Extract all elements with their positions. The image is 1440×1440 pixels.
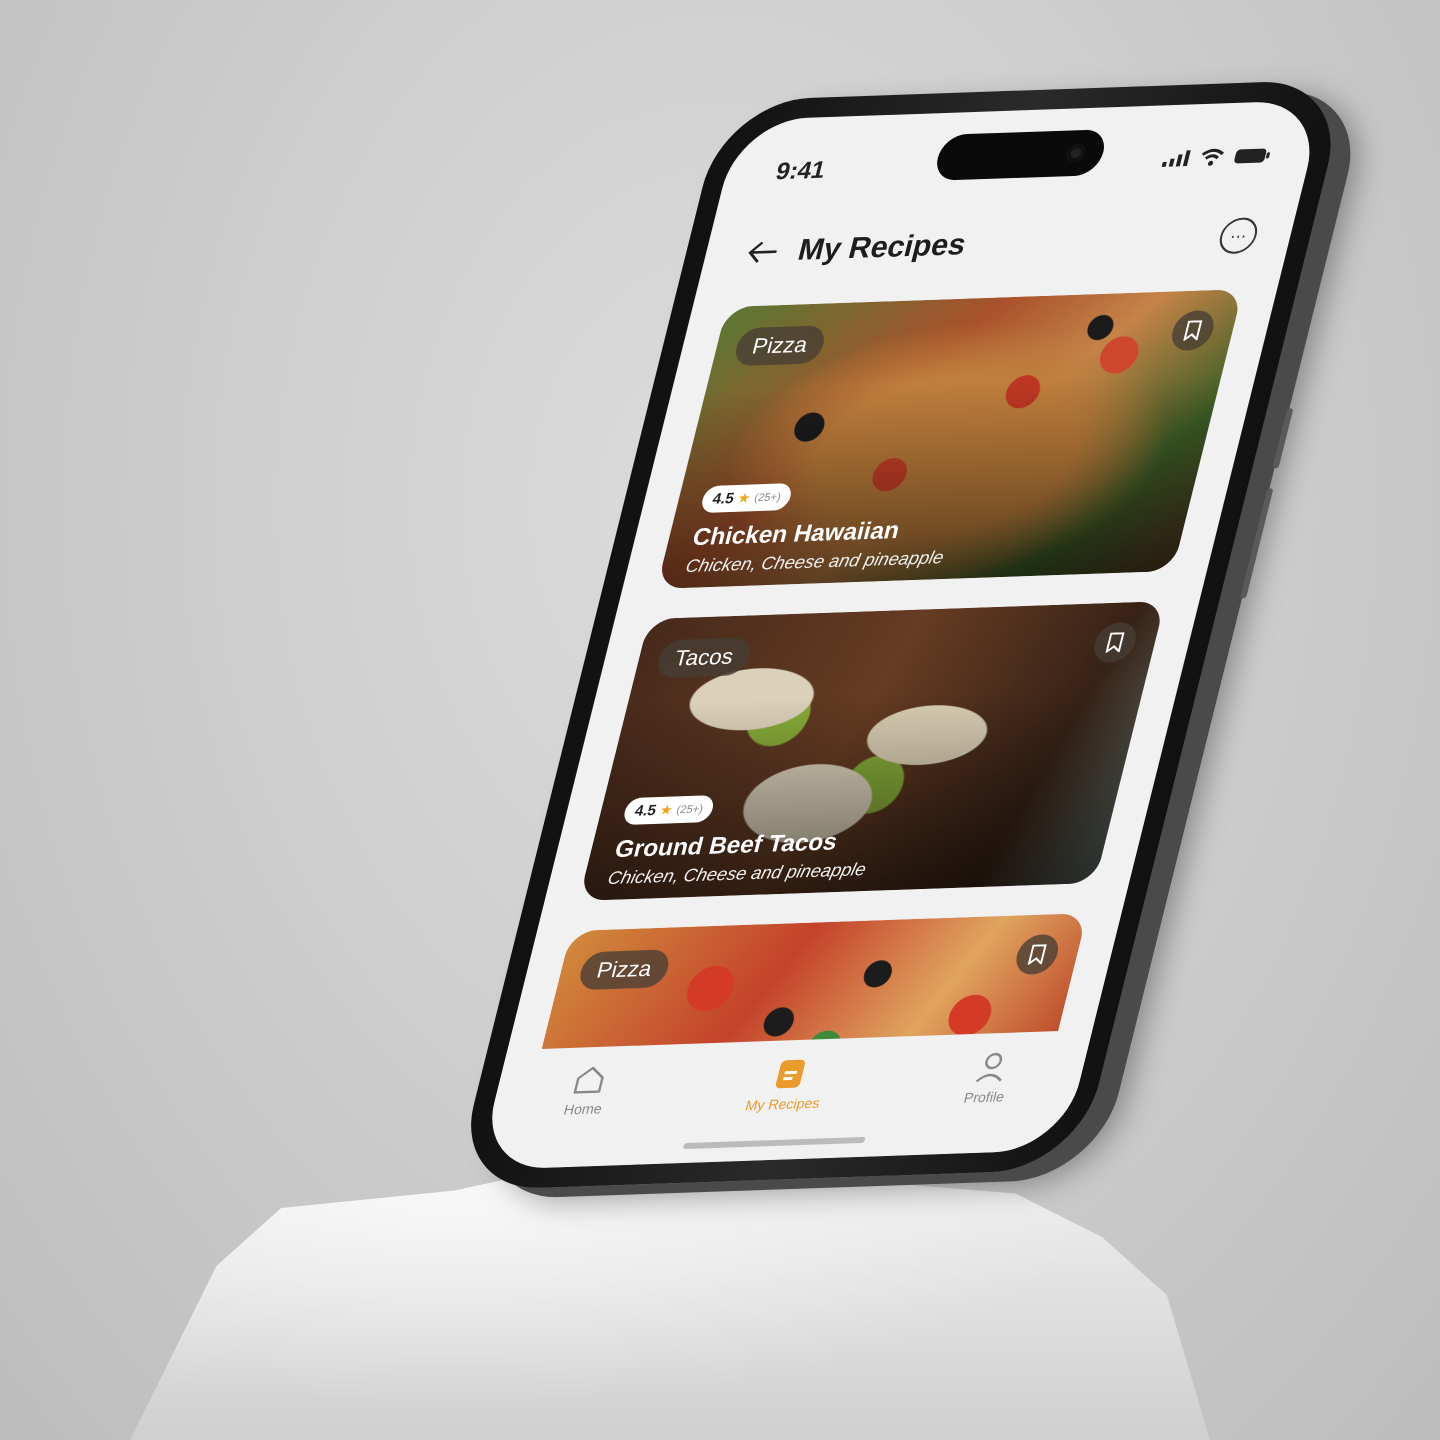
signal-icon xyxy=(1161,150,1191,167)
rating-badge: 4.5 ★ (25+) xyxy=(621,795,717,826)
battery-icon xyxy=(1234,148,1271,164)
status-bar: 9:41 xyxy=(771,135,1275,192)
rating-badge: 4.5 ★ (25+) xyxy=(699,483,795,514)
rating-value: 4.5 xyxy=(710,490,736,508)
status-icons xyxy=(1161,146,1272,168)
bookmark-icon xyxy=(1027,944,1047,965)
wifi-icon xyxy=(1201,148,1225,166)
tab-my-recipes[interactable]: My Recipes xyxy=(743,1057,831,1114)
home-icon xyxy=(573,1066,605,1094)
tab-label: Home xyxy=(562,1100,604,1118)
side-button xyxy=(1272,408,1294,469)
back-button[interactable] xyxy=(735,229,790,275)
status-time: 9:41 xyxy=(772,156,829,186)
rating-count: (25+) xyxy=(753,490,783,504)
star-icon: ★ xyxy=(735,489,753,506)
rating-count: (25+) xyxy=(675,802,705,816)
star-icon: ★ xyxy=(658,801,675,818)
rock-highlight xyxy=(130,1155,1210,1440)
more-horizontal-icon: ⋯ xyxy=(1228,225,1249,246)
arrow-left-icon xyxy=(748,241,777,263)
bookmark-icon xyxy=(1182,320,1203,341)
bookmark-icon xyxy=(1105,632,1125,653)
recipe-card[interactable]: Pizza 4.5 ★ (25+) Chicken Hawaiian Chick… xyxy=(656,289,1244,589)
side-button xyxy=(1239,488,1274,599)
tab-label: Profile xyxy=(962,1088,1007,1106)
recipe-card[interactable]: Tacos 4.5 ★ (25+) Ground Beef Tacos Chic… xyxy=(578,601,1166,901)
page-header: My Recipes ⋯ xyxy=(734,209,1263,279)
page-title: My Recipes xyxy=(794,228,970,267)
rating-value: 4.5 xyxy=(632,802,659,820)
bottom-tab-bar: Home My Recipes Profile xyxy=(477,1029,1093,1171)
tab-label: My Recipes xyxy=(743,1094,822,1114)
phone-mockup: 9:41 My Recipes ⋯ Pizza 4.5 ★ (25+) Chic… xyxy=(452,79,1350,1191)
recipe-list: Pizza 4.5 ★ (25+) Chicken Hawaiian Chick… xyxy=(526,289,1244,1111)
user-icon xyxy=(975,1052,1002,1083)
tab-profile[interactable]: Profile xyxy=(962,1050,1015,1106)
tab-home[interactable]: Home xyxy=(562,1064,613,1118)
recipe-book-icon xyxy=(775,1059,805,1089)
